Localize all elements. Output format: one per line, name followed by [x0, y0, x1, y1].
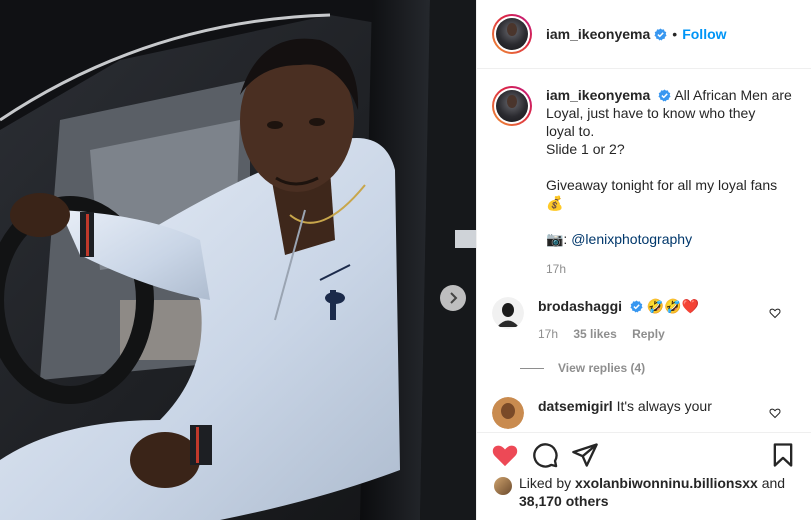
caption-line: All African Men are	[674, 87, 792, 103]
caption-username[interactable]: iam_ikeonyema	[546, 87, 650, 103]
caption-timestamp[interactable]: 17h	[546, 260, 795, 278]
paper-plane-icon[interactable]	[571, 441, 599, 469]
instagram-post: iam_ikeonyema • Follow iam_ikeonyema All…	[0, 0, 811, 520]
comment-likes-count[interactable]: 35 likes	[573, 327, 616, 341]
reply-button[interactable]: Reply	[632, 327, 665, 341]
liker-avatar[interactable]	[493, 476, 513, 496]
heart-icon[interactable]	[491, 441, 519, 469]
comment-item: brodashaggi 🤣🤣❤️ 17h 35 likes Reply	[492, 297, 795, 341]
comment-timestamp[interactable]: 17h	[538, 327, 558, 341]
separator-dot: •	[672, 26, 678, 42]
view-replies-label: View replies (4)	[558, 361, 646, 375]
view-replies-button[interactable]: View replies (4)	[520, 361, 795, 375]
post-photo[interactable]	[0, 0, 476, 520]
comment-text: It's always your	[616, 398, 712, 414]
commenter-username[interactable]: brodashaggi	[538, 298, 622, 314]
likes-others-count[interactable]: 38,170 others	[519, 493, 609, 509]
caption: iam_ikeonyema All African Men are Loyal,…	[492, 86, 795, 278]
caption-line: Loyal, just have to know who they	[546, 105, 756, 121]
comment-text: 🤣🤣❤️	[646, 298, 700, 314]
replies-divider	[520, 367, 544, 369]
verified-badge-icon	[630, 300, 643, 313]
photo-image	[0, 0, 476, 520]
photographer-mention-link[interactable]: @lenixphotography	[571, 231, 692, 247]
caption-line: Slide 1 or 2?	[546, 141, 625, 157]
caption-author-avatar[interactable]	[492, 86, 532, 126]
author-username[interactable]: iam_ikeonyema	[546, 26, 650, 42]
author-avatar[interactable]	[492, 14, 532, 54]
verified-badge-icon	[658, 89, 671, 102]
follow-button[interactable]: Follow	[682, 26, 726, 42]
commenter-avatar[interactable]	[492, 397, 524, 429]
post-header: iam_ikeonyema • Follow	[477, 0, 811, 69]
comments-area[interactable]: iam_ikeonyema All African Men are Loyal,…	[477, 70, 811, 432]
liked-by-and: and	[761, 475, 786, 491]
comment-icon[interactable]	[531, 441, 559, 469]
commenter-avatar[interactable]	[492, 297, 524, 329]
comment-like-heart-icon[interactable]	[769, 307, 781, 319]
post-side-panel: iam_ikeonyema • Follow iam_ikeonyema All…	[476, 0, 811, 520]
comment-like-heart-icon[interactable]	[769, 407, 781, 419]
action-bar	[477, 432, 811, 476]
chevron-right-icon	[450, 292, 458, 304]
money-bag-emoji: 💰	[546, 195, 564, 211]
caption-line: loyal to.	[546, 123, 595, 139]
verified-badge-icon	[654, 27, 667, 41]
camera-emoji: 📷:	[546, 231, 568, 247]
liked-by-prefix: Liked by	[519, 475, 572, 491]
comment-item: datsemigirl It's always your	[492, 397, 795, 429]
next-slide-button[interactable]	[440, 285, 466, 311]
commenter-username[interactable]: datsemigirl	[538, 398, 613, 414]
bookmark-icon[interactable]	[769, 441, 797, 469]
likes-summary: Liked by xxolanbiwonninu.billionsxx and …	[493, 474, 801, 510]
caption-line: Giveaway tonight for all my loyal fans	[546, 177, 778, 193]
liker-username[interactable]: xxolanbiwonninu.billionsxx	[575, 475, 758, 491]
